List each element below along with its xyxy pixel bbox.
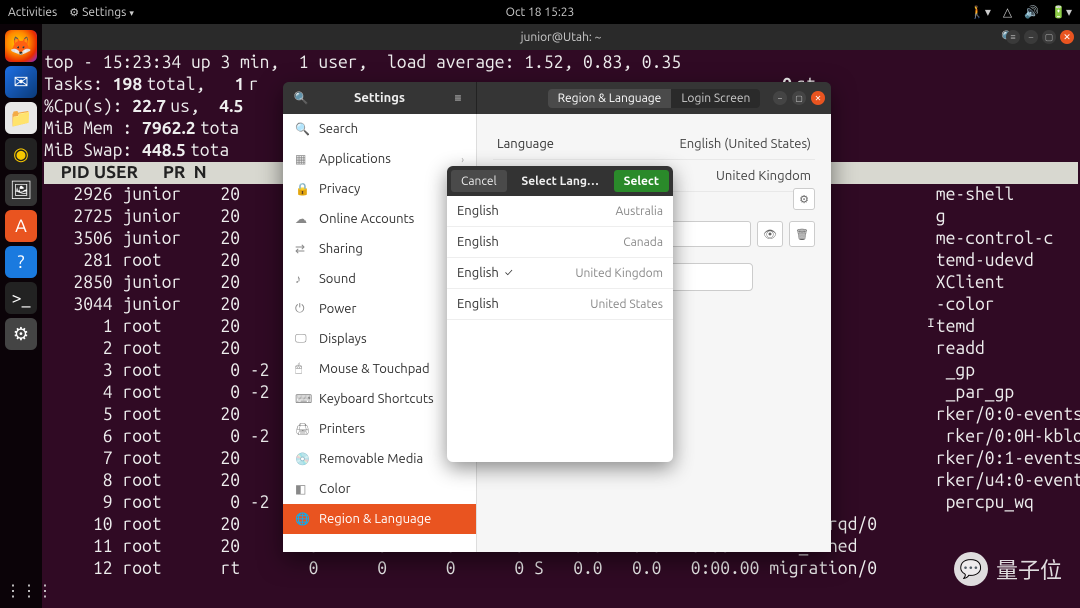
sidebar-icon: ◧ (295, 482, 309, 496)
settings-search-icon[interactable]: 🔍 (291, 91, 311, 105)
terminal-maximize-button[interactable]: ▢ (1042, 30, 1056, 44)
text-cursor: I (927, 316, 935, 331)
gnome-topbar: Activities Settings Oct 18 15:23 🚶▾ △ 🔊 … (0, 0, 1080, 24)
battery-icon[interactable]: 🔋▾ (1051, 5, 1072, 19)
clock[interactable]: Oct 18 15:23 (506, 6, 575, 19)
checkmark-icon: ✓ (505, 267, 513, 279)
sidebar-icon: 🌐 (295, 512, 309, 526)
watermark-icon: 💬 (954, 552, 988, 586)
tab-region-language[interactable]: Region & Language (548, 89, 672, 108)
lang-name: English ✓ (457, 266, 513, 280)
sidebar-icon: 🔒 (295, 182, 309, 196)
settings-header-right: Region & Language Login Screen – ▢ ✕ (477, 82, 831, 114)
show-applications[interactable]: ⋮⋮⋮ (5, 581, 37, 600)
terminal-titlebar: junior@Utah: ~ 🔍 ≡ – ▢ ✕ (42, 24, 1080, 50)
chevron-right-icon: › (461, 154, 464, 165)
cancel-button[interactable]: Cancel (451, 170, 507, 192)
dock-software[interactable]: A (5, 210, 37, 242)
lang-name: English (457, 235, 499, 249)
language-row-canada[interactable]: English Canada (447, 227, 673, 258)
dock-firefox[interactable]: 🦊 (5, 30, 37, 62)
terminal-title: junior@Utah: ~ (521, 31, 602, 44)
sidebar-icon: ♪ (295, 272, 309, 286)
country-name: Australia (615, 205, 663, 218)
network-icon[interactable]: △ (1003, 5, 1012, 19)
language-value: English (United States) (679, 137, 811, 151)
watermark-text: 量子位 (996, 553, 1062, 585)
input-source-remove-button[interactable]: 🗑 (789, 221, 815, 247)
region-login-segment: Region & Language Login Screen (548, 89, 761, 108)
language-row[interactable]: Language English (United States) (493, 128, 815, 160)
sidebar-icon: 💿 (295, 452, 309, 466)
sidebar-icon: 🖵 (295, 332, 309, 346)
sidebar-label: Applications (319, 152, 391, 166)
dock-settings[interactable]: ⚙ (5, 318, 37, 350)
sidebar-label: Sound (319, 272, 356, 286)
sidebar-icon: ⌨ (295, 392, 309, 406)
sidebar-icon: ⇄ (295, 242, 309, 256)
language-row-australia[interactable]: English Australia (447, 196, 673, 227)
terminal-minimize-button[interactable]: – (1024, 30, 1038, 44)
dock-files[interactable]: 📁 (5, 102, 37, 134)
country-name: Canada (623, 236, 663, 249)
sidebar-icon: 🖱 (295, 362, 309, 376)
country-name: United Kingdom (575, 267, 663, 280)
dock-thunderbird[interactable]: ✉ (5, 66, 37, 98)
language-list: English Australia English Canada English ✓ Un… (447, 196, 673, 462)
select-button[interactable]: Select (614, 170, 669, 192)
sidebar-label: Keyboard Shortcuts (319, 392, 434, 406)
dock-terminal[interactable]: >_ (5, 282, 37, 314)
watermark: 💬 量子位 (954, 552, 1062, 586)
dock-help[interactable]: ? (5, 246, 37, 278)
lang-name: English (457, 204, 499, 218)
settings-title: Settings (354, 91, 405, 105)
tab-login-screen[interactable]: Login Screen (671, 89, 760, 108)
sidebar-icon: ⏻ (295, 302, 309, 316)
sidebar-label: Search (319, 122, 358, 136)
language-row-united-kingdom[interactable]: English ✓ United Kingdom (447, 258, 673, 289)
select-language-dialog: Cancel Select Lang… Select English Austra… (447, 166, 673, 462)
sidebar-label: Removable Media (319, 452, 423, 466)
sidebar-label: Displays (319, 332, 367, 346)
country-name: United States (590, 298, 663, 311)
sidebar-item-region-language[interactable]: 🌐 Region & Language (283, 504, 476, 534)
sidebar-label: Sharing (319, 242, 363, 256)
sidebar-label: Online Accounts (319, 212, 414, 226)
sidebar-item-color[interactable]: ◧ Color (283, 474, 476, 504)
sidebar-label: Privacy (319, 182, 360, 196)
input-source-view-button[interactable]: 👁 (757, 221, 783, 247)
volume-icon[interactable]: 🔊 (1024, 5, 1039, 19)
settings-maximize-button[interactable]: ▢ (792, 91, 806, 105)
sidebar-label: Power (319, 302, 356, 316)
formats-value: United Kingdom (716, 169, 811, 183)
sidebar-icon: ▦ (295, 152, 309, 166)
settings-minimize-button[interactable]: – (773, 91, 787, 105)
activities-button[interactable]: Activities (8, 6, 57, 19)
settings-close-button[interactable]: ✕ (811, 91, 825, 105)
sidebar-icon: ☁ (295, 212, 309, 226)
language-label: Language (497, 137, 554, 151)
accessibility-icon[interactable]: 🚶▾ (970, 5, 991, 19)
language-row-united-states[interactable]: English United States (447, 289, 673, 320)
app-menu[interactable]: Settings (69, 6, 134, 19)
settings-hamburger-icon[interactable]: ≡ (448, 91, 468, 105)
sidebar-label: Mouse & Touchpad (319, 362, 430, 376)
terminal-close-button[interactable]: ✕ (1060, 30, 1074, 44)
dock-rhythmbox[interactable]: ◉ (5, 138, 37, 170)
settings-header-left: 🔍 Settings ≡ (283, 82, 477, 114)
dialog-title: Select Lang… (511, 175, 610, 188)
sidebar-label: Printers (319, 422, 365, 436)
sidebar-item-search[interactable]: 🔍 Search (283, 114, 476, 144)
formats-settings-button[interactable]: ⚙ (793, 188, 815, 210)
terminal-menu-icon[interactable]: ≡ (1006, 30, 1020, 44)
dock-video[interactable]: 🖼 (5, 174, 37, 206)
lang-name: English (457, 297, 499, 311)
sidebar-label: Color (319, 482, 351, 496)
sidebar-label: Region & Language (319, 512, 431, 526)
sidebar-icon: 🖨 (295, 422, 309, 436)
sidebar-icon: 🔍 (295, 122, 309, 136)
dock: 🦊 ✉ 📁 ◉ 🖼 A ? >_ ⚙ ⋮⋮⋮ (0, 24, 42, 608)
